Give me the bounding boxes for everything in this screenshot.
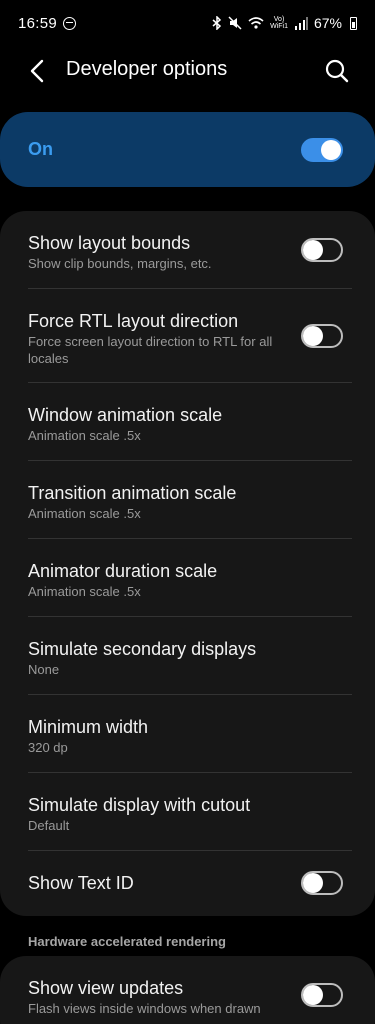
master-toggle[interactable] <box>301 137 343 162</box>
setting-simulate-display-cutout[interactable]: Simulate display with cutout Default <box>0 773 375 851</box>
status-icons: Vo) WiFi1 67% <box>212 15 357 31</box>
setting-subtitle: Animation scale .5x <box>28 584 141 599</box>
back-arrow-icon[interactable] <box>26 58 50 84</box>
battery-percent: 67% <box>313 15 342 31</box>
search-icon[interactable] <box>324 58 350 84</box>
developer-settings-list: Show layout bounds Show clip bounds, mar… <box>0 211 375 916</box>
show-text-id-toggle[interactable] <box>301 871 343 895</box>
app-bar: Developer options <box>0 46 375 96</box>
setting-animator-duration-scale[interactable]: Animator duration scale Animation scale … <box>0 539 375 617</box>
page-title: Developer options <box>66 58 228 80</box>
status-time: 16:59 <box>18 14 58 32</box>
section-header-hardware: Hardware accelerated rendering <box>28 934 226 949</box>
master-switch-bar[interactable]: On <box>0 112 375 187</box>
toggle-thumb <box>303 240 323 260</box>
setting-title: Force RTL layout direction <box>28 311 239 331</box>
setting-simulate-secondary-displays[interactable]: Simulate secondary displays None <box>0 617 375 695</box>
status-bar: 16:59 Vo) WiFi1 67% <box>0 0 375 46</box>
show-layout-bounds-toggle[interactable] <box>301 238 343 262</box>
wifi-icon <box>248 17 264 29</box>
setting-subtitle: Default <box>28 818 70 833</box>
setting-minimum-width[interactable]: Minimum width 320 dp <box>0 695 375 773</box>
setting-title: Show layout bounds <box>28 233 191 253</box>
setting-force-rtl[interactable]: Force RTL layout direction Force screen … <box>0 289 375 383</box>
setting-subtitle: Force screen layout direction to RTL for… <box>28 334 273 366</box>
setting-title: Animator duration scale <box>28 561 218 581</box>
setting-title: Transition animation scale <box>28 483 237 503</box>
setting-subtitle: Animation scale .5x <box>28 506 141 521</box>
setting-subtitle: None <box>28 662 60 677</box>
setting-subtitle: 320 dp <box>28 740 68 755</box>
hardware-settings-list: Show view updates Flash views inside win… <box>0 956 375 1024</box>
setting-show-layout-bounds[interactable]: Show layout bounds Show clip bounds, mar… <box>0 211 375 289</box>
setting-show-text-id[interactable]: Show Text ID <box>0 851 375 915</box>
show-view-updates-toggle[interactable] <box>301 983 343 1007</box>
bluetooth-icon <box>212 16 222 30</box>
master-switch-label: On <box>28 139 53 159</box>
setting-window-animation-scale[interactable]: Window animation scale Animation scale .… <box>0 383 375 461</box>
toggle-thumb <box>303 985 323 1005</box>
setting-subtitle: Show clip bounds, margins, etc. <box>28 256 212 271</box>
setting-subtitle: Flash views inside windows when drawn <box>28 1001 261 1016</box>
toggle-thumb <box>303 873 323 893</box>
setting-title: Simulate secondary displays <box>28 639 257 659</box>
setting-show-view-updates[interactable]: Show view updates Flash views inside win… <box>0 956 375 1024</box>
battery-icon <box>350 16 357 30</box>
force-rtl-toggle[interactable] <box>301 324 343 348</box>
mute-icon <box>228 16 242 30</box>
toggle-thumb <box>303 326 323 346</box>
volte-wifi-icon: Vo) WiFi1 <box>270 16 288 30</box>
setting-title: Minimum width <box>28 717 149 737</box>
toggle-thumb <box>321 139 341 160</box>
do-not-disturb-icon <box>63 16 77 30</box>
signal-icon <box>294 16 308 30</box>
setting-title: Show view updates <box>28 978 184 998</box>
setting-subtitle: Animation scale .5x <box>28 428 141 443</box>
setting-title: Show Text ID <box>28 873 134 893</box>
setting-transition-animation-scale[interactable]: Transition animation scale Animation sca… <box>0 461 375 539</box>
setting-title: Simulate display with cutout <box>28 795 251 815</box>
setting-title: Window animation scale <box>28 405 223 425</box>
